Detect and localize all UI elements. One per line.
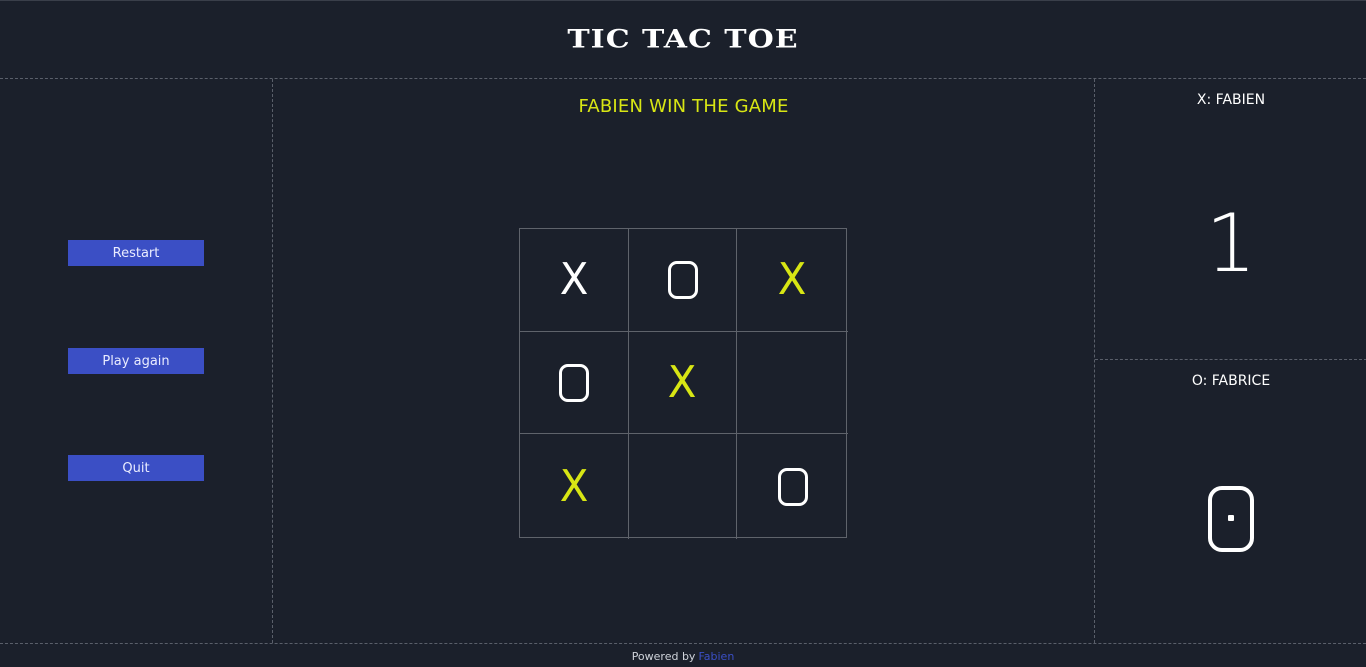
quit-button[interactable]: Quit bbox=[68, 455, 204, 481]
player-x-score-value: 1 bbox=[1205, 197, 1257, 290]
game-board: X X X X bbox=[519, 228, 848, 539]
game-area: FABIEN WIN THE GAME X X X X bbox=[273, 79, 1094, 643]
o-mark bbox=[777, 467, 808, 506]
footer-prefix: Powered by bbox=[631, 649, 696, 663]
header: TIC TAC TOE bbox=[0, 1, 1366, 79]
board-cell-3[interactable]: X bbox=[737, 229, 848, 332]
footer: Powered by Fabien bbox=[0, 643, 1366, 667]
board-cell-7[interactable]: X bbox=[520, 434, 629, 539]
player-x-score: 1 bbox=[1095, 197, 1366, 290]
player-o-score bbox=[1095, 478, 1366, 571]
x-mark: X bbox=[559, 254, 589, 305]
game-title: TIC TAC TOE bbox=[567, 24, 799, 55]
author-link[interactable]: Fabien bbox=[698, 650, 734, 663]
o-mark bbox=[559, 363, 589, 402]
player-x-label: X: FABIEN bbox=[1196, 92, 1266, 108]
player-o-label: O: FABRICE bbox=[1191, 373, 1271, 389]
x-mark: X bbox=[668, 356, 697, 408]
board-cell-8[interactable] bbox=[629, 434, 737, 539]
player-o-score-box: O: FABRICE bbox=[1095, 360, 1366, 643]
controls-panel: Restart Play again Quit bbox=[0, 79, 273, 643]
board-cell-9[interactable] bbox=[737, 434, 848, 539]
board-cell-2[interactable] bbox=[629, 229, 737, 332]
board-cell-5[interactable]: X bbox=[629, 332, 737, 434]
player-o-score-value bbox=[1208, 486, 1254, 552]
board-cell-6[interactable] bbox=[737, 332, 848, 434]
board-cell-1[interactable]: X bbox=[520, 229, 629, 332]
x-mark: X bbox=[559, 460, 589, 512]
scoreboard: X: FABIEN 1 O: FABRICE bbox=[1094, 79, 1366, 643]
app: TIC TAC TOE Restart Play again Quit FABI… bbox=[0, 0, 1366, 667]
restart-button[interactable]: Restart bbox=[68, 240, 204, 266]
player-x-score-box: X: FABIEN 1 bbox=[1095, 79, 1366, 360]
game-status: FABIEN WIN THE GAME bbox=[578, 96, 789, 117]
o-mark bbox=[667, 261, 698, 299]
x-mark: X bbox=[778, 254, 807, 305]
play-again-button[interactable]: Play again bbox=[68, 348, 204, 374]
board-cell-4[interactable] bbox=[520, 332, 629, 434]
